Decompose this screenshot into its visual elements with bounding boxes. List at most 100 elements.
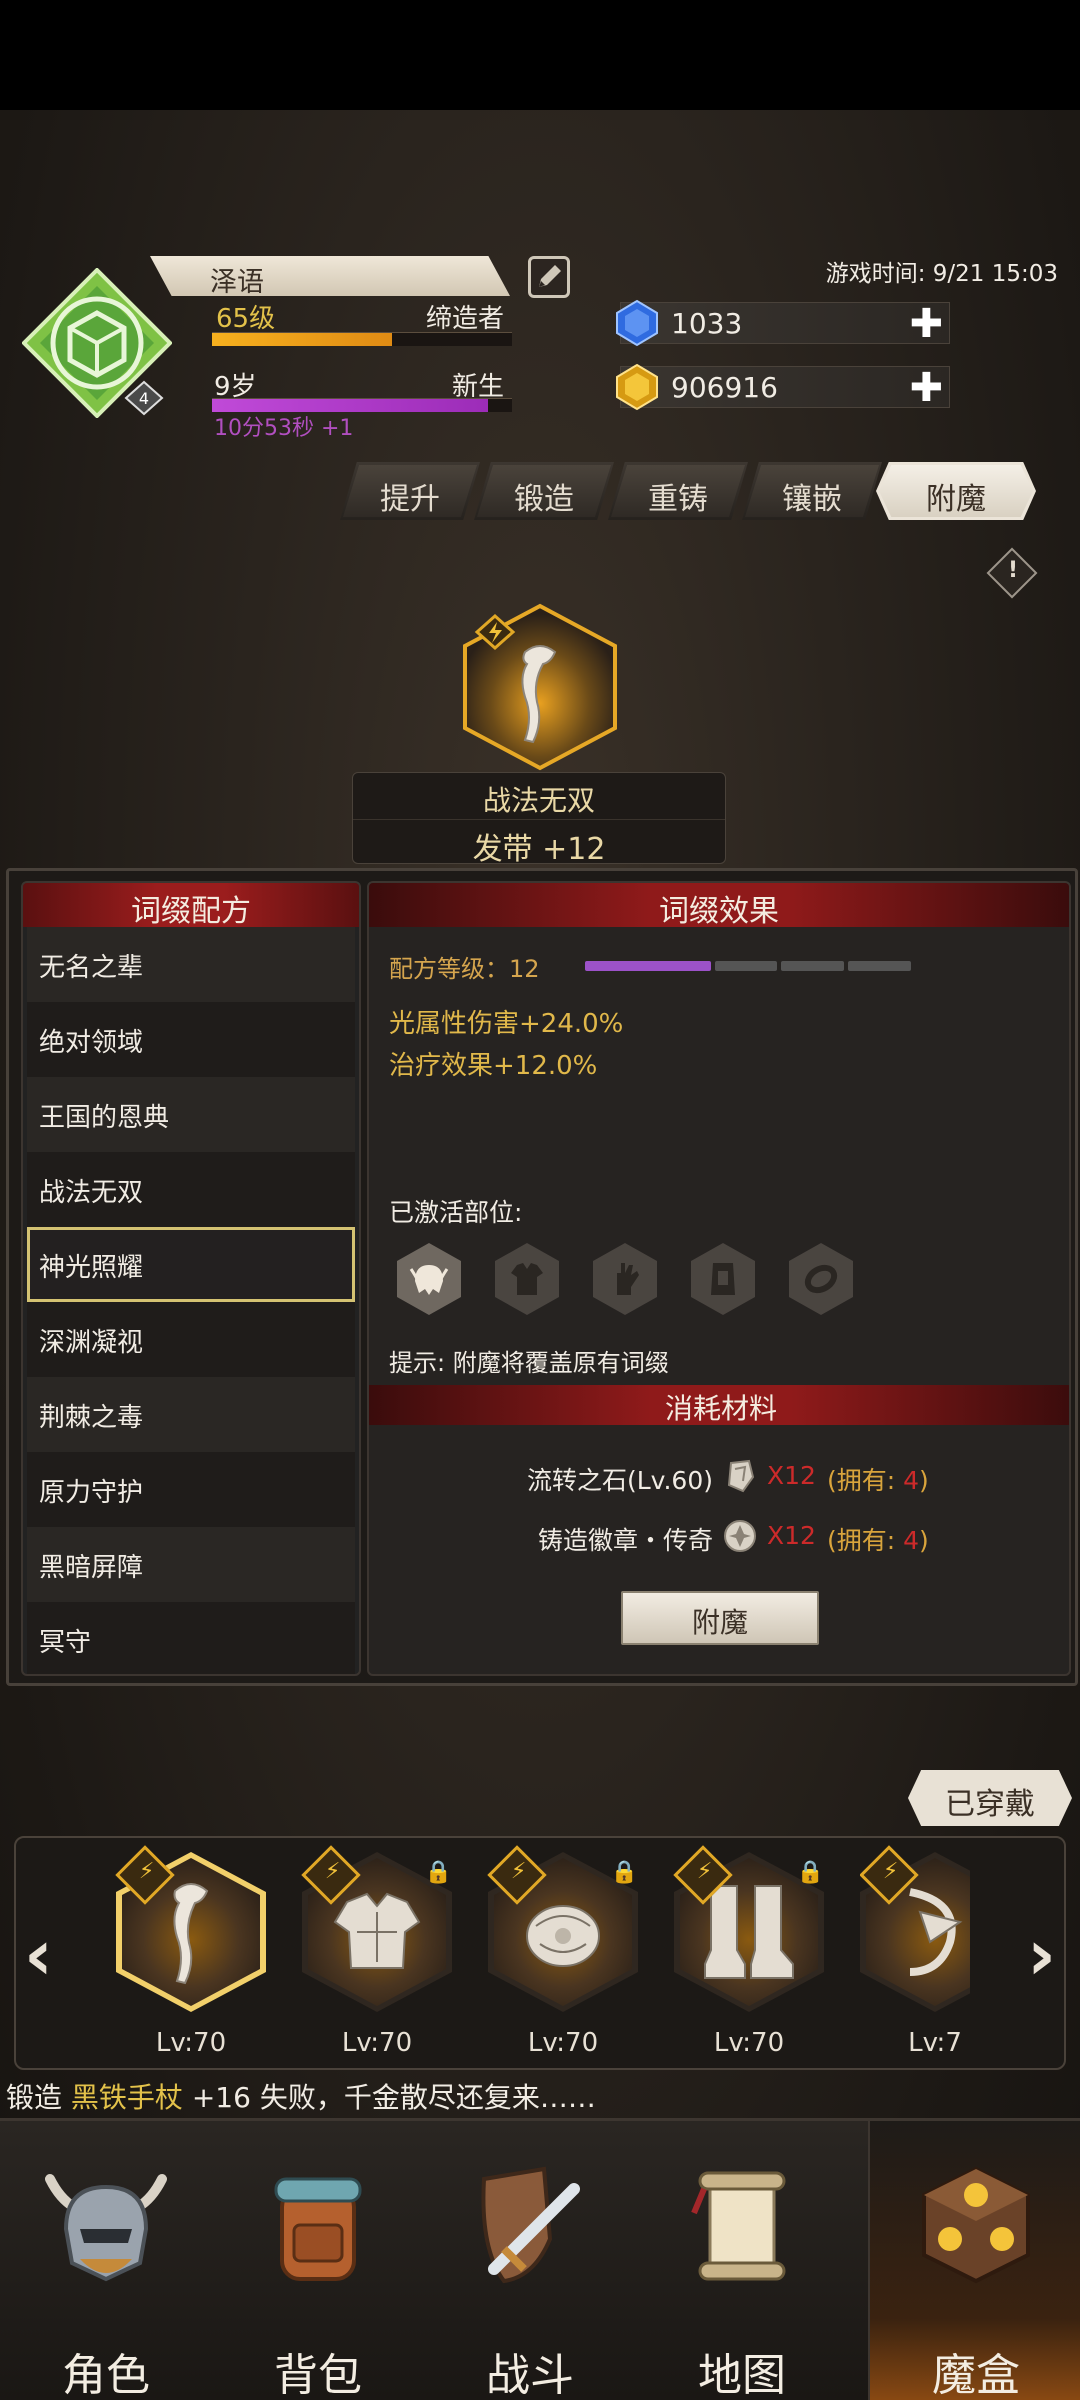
nav-map[interactable]: 地图 xyxy=(636,2121,848,2400)
material-owned: (拥有: 4) xyxy=(827,1526,929,1555)
equipped-filter-button[interactable]: 已穿戴 xyxy=(908,1770,1072,1826)
nav-magic-box[interactable]: 魔盒 xyxy=(868,2121,1080,2400)
nav-label: 背包 xyxy=(274,2350,362,2400)
equipment-carousel: ‹ ⚡ Lv:70 ⚡ 🔒 Lv:70 ⚡ 🔒 Lv:70 ⚡ 🔒 Lv:70 … xyxy=(14,1836,1066,2070)
nav-character[interactable]: 角色 xyxy=(0,2121,212,2400)
effect-line: 治疗效果+12.0% xyxy=(389,1051,598,1081)
list-item[interactable]: 绝对领域 xyxy=(27,1002,355,1077)
player-name-plate: 泽语 xyxy=(150,256,510,296)
lightning-icon: ⚡ xyxy=(696,1859,713,1885)
formula-level-bar xyxy=(585,961,911,971)
equipment-clip: ⚡ Lv:7 xyxy=(860,1838,970,2068)
gauntlet-icon xyxy=(526,1905,600,1967)
material-name: 流转之石(Lv.60) xyxy=(526,1466,713,1495)
badge-icon xyxy=(724,1520,756,1552)
diamond-value: 1033 xyxy=(671,307,743,340)
scroll-icon xyxy=(691,2171,786,2281)
chevron-left-icon[interactable]: ‹ xyxy=(24,1914,53,1996)
ticker-item: 黑铁手杖 xyxy=(70,2081,183,2114)
avatar-badge: 4 xyxy=(139,389,149,408)
avatar[interactable]: 4 xyxy=(22,268,172,418)
tab-recast[interactable]: 重铸 xyxy=(608,462,748,520)
helmet-slot xyxy=(397,1243,461,1315)
activated-slots-label: 已激活部位: xyxy=(389,1198,523,1227)
list-item[interactable]: 黑暗屏障 xyxy=(27,1527,355,1602)
enchant-button[interactable]: 附魔 xyxy=(621,1591,819,1645)
player-title: 缔造者 xyxy=(425,304,504,334)
info-icon: ! xyxy=(1008,558,1019,584)
equipment-slot[interactable]: ⚡ 🔒 Lv:70 xyxy=(301,1845,452,2058)
item-slot-label: 发带 +12 xyxy=(353,819,725,868)
list-item[interactable]: 王国的恩典 xyxy=(27,1077,355,1152)
list-item-selected[interactable]: 神光照耀 xyxy=(27,1227,355,1302)
gold-counter: 906916 ✚ xyxy=(616,363,950,411)
ticker-prefix: 锻造 xyxy=(6,2081,71,2114)
diamond-counter: 1033 ✚ xyxy=(616,299,950,347)
enchant-panel: 词缀配方 无名之辈 绝对领域 王国的恩典 战法无双 神光照耀 深渊凝视 荆棘之毒… xyxy=(6,868,1078,1686)
equipment-slot[interactable]: ⚡ Lv:7 xyxy=(860,1845,970,2058)
equipment-level: Lv:70 xyxy=(155,2028,227,2058)
edit-icon xyxy=(539,265,561,287)
selected-item-icon[interactable] xyxy=(455,602,625,772)
ticker-suffix: +16 失败，千金散尽还复来…… xyxy=(182,2081,596,2114)
tab-forge[interactable]: 锻造 xyxy=(474,462,614,520)
material-owned: (拥有: 4) xyxy=(827,1466,929,1495)
tab-enchant[interactable]: 附魔 xyxy=(876,462,1036,520)
equipment-slot[interactable]: ⚡ 🔒 Lv:70 xyxy=(487,1845,638,2058)
news-ticker: 锻造 黑铁手杖 +16 失败，千金散尽还复来…… xyxy=(6,2076,596,2116)
lightning-icon: ⚡ xyxy=(882,1859,899,1885)
equipment-level: Lv:70 xyxy=(527,2028,599,2058)
affix-effect-panel: 词缀效果 配方等级：12 光属性伤害+24.0% 治疗效果+12.0% 已激活部… xyxy=(367,881,1071,1676)
status-bar-area xyxy=(0,0,1080,110)
material-name: 铸造徽章・传奇 xyxy=(537,1526,713,1555)
nav-label: 角色 xyxy=(62,2350,150,2400)
helmet-icon xyxy=(409,1265,449,1295)
list-item[interactable]: 荆棘之毒 xyxy=(27,1377,355,1452)
nav-label: 战斗 xyxy=(486,2350,574,2400)
lightning-icon: ⚡ xyxy=(138,1859,155,1885)
armor-icon xyxy=(511,1263,543,1295)
armor-slot xyxy=(495,1243,559,1315)
chevron-right-icon[interactable]: › xyxy=(1027,1914,1056,1996)
formula-level-fill xyxy=(585,961,711,971)
nav-battle[interactable]: 战斗 xyxy=(424,2121,636,2400)
diamond-icon xyxy=(616,299,658,347)
nav-bag[interactable]: 背包 xyxy=(212,2121,424,2400)
material-qty: X12 xyxy=(767,1521,816,1550)
equipment-slot[interactable]: ⚡ Lv:70 xyxy=(115,1845,266,2058)
boots-icon xyxy=(704,1885,794,1979)
lock-icon: 🔒 xyxy=(796,1860,824,1885)
equipment-slot[interactable]: ⚡ 🔒 Lv:70 xyxy=(673,1845,824,2058)
equipment-level: Lv:70 xyxy=(713,2028,785,2058)
belt-icon xyxy=(711,1263,735,1295)
materials-title: 消耗材料 xyxy=(369,1385,1069,1425)
glove-slot xyxy=(593,1243,657,1315)
add-diamond-button[interactable]: ✚ xyxy=(909,301,943,347)
glove-icon xyxy=(617,1263,639,1295)
edit-name-button[interactable] xyxy=(528,256,570,298)
gold-icon xyxy=(616,363,658,411)
belt-slot xyxy=(691,1243,755,1315)
lightning-icon: ⚡ xyxy=(324,1859,341,1885)
sword-shield-icon xyxy=(481,2166,580,2284)
stone-icon xyxy=(727,1459,755,1493)
level-progress-bar xyxy=(212,332,512,346)
list-item[interactable]: 战法无双 xyxy=(27,1152,355,1227)
tab-inlay[interactable]: 镶嵌 xyxy=(742,462,882,520)
lock-icon: 🔒 xyxy=(424,1860,452,1885)
list-item[interactable]: 原力守护 xyxy=(27,1452,355,1527)
lock-icon: 🔒 xyxy=(610,1860,638,1885)
equipment-level: Lv:7 xyxy=(908,2028,962,2058)
list-item[interactable]: 冥守 xyxy=(27,1602,355,1674)
player-level: 65级 xyxy=(216,304,276,334)
add-gold-button[interactable]: ✚ xyxy=(909,365,943,411)
tab-upgrade[interactable]: 提升 xyxy=(340,462,480,520)
helmet-icon xyxy=(45,2174,167,2282)
game-time: 游戏时间: 9/21 15:03 xyxy=(825,261,1058,287)
armor-icon xyxy=(333,1892,421,1969)
list-item[interactable]: 无名之辈 xyxy=(27,927,355,1002)
gold-value: 906916 xyxy=(671,371,778,404)
formula-level: 配方等级：12 xyxy=(389,955,540,983)
nav-label: 地图 xyxy=(698,2350,786,2400)
list-item[interactable]: 深渊凝视 xyxy=(27,1302,355,1377)
